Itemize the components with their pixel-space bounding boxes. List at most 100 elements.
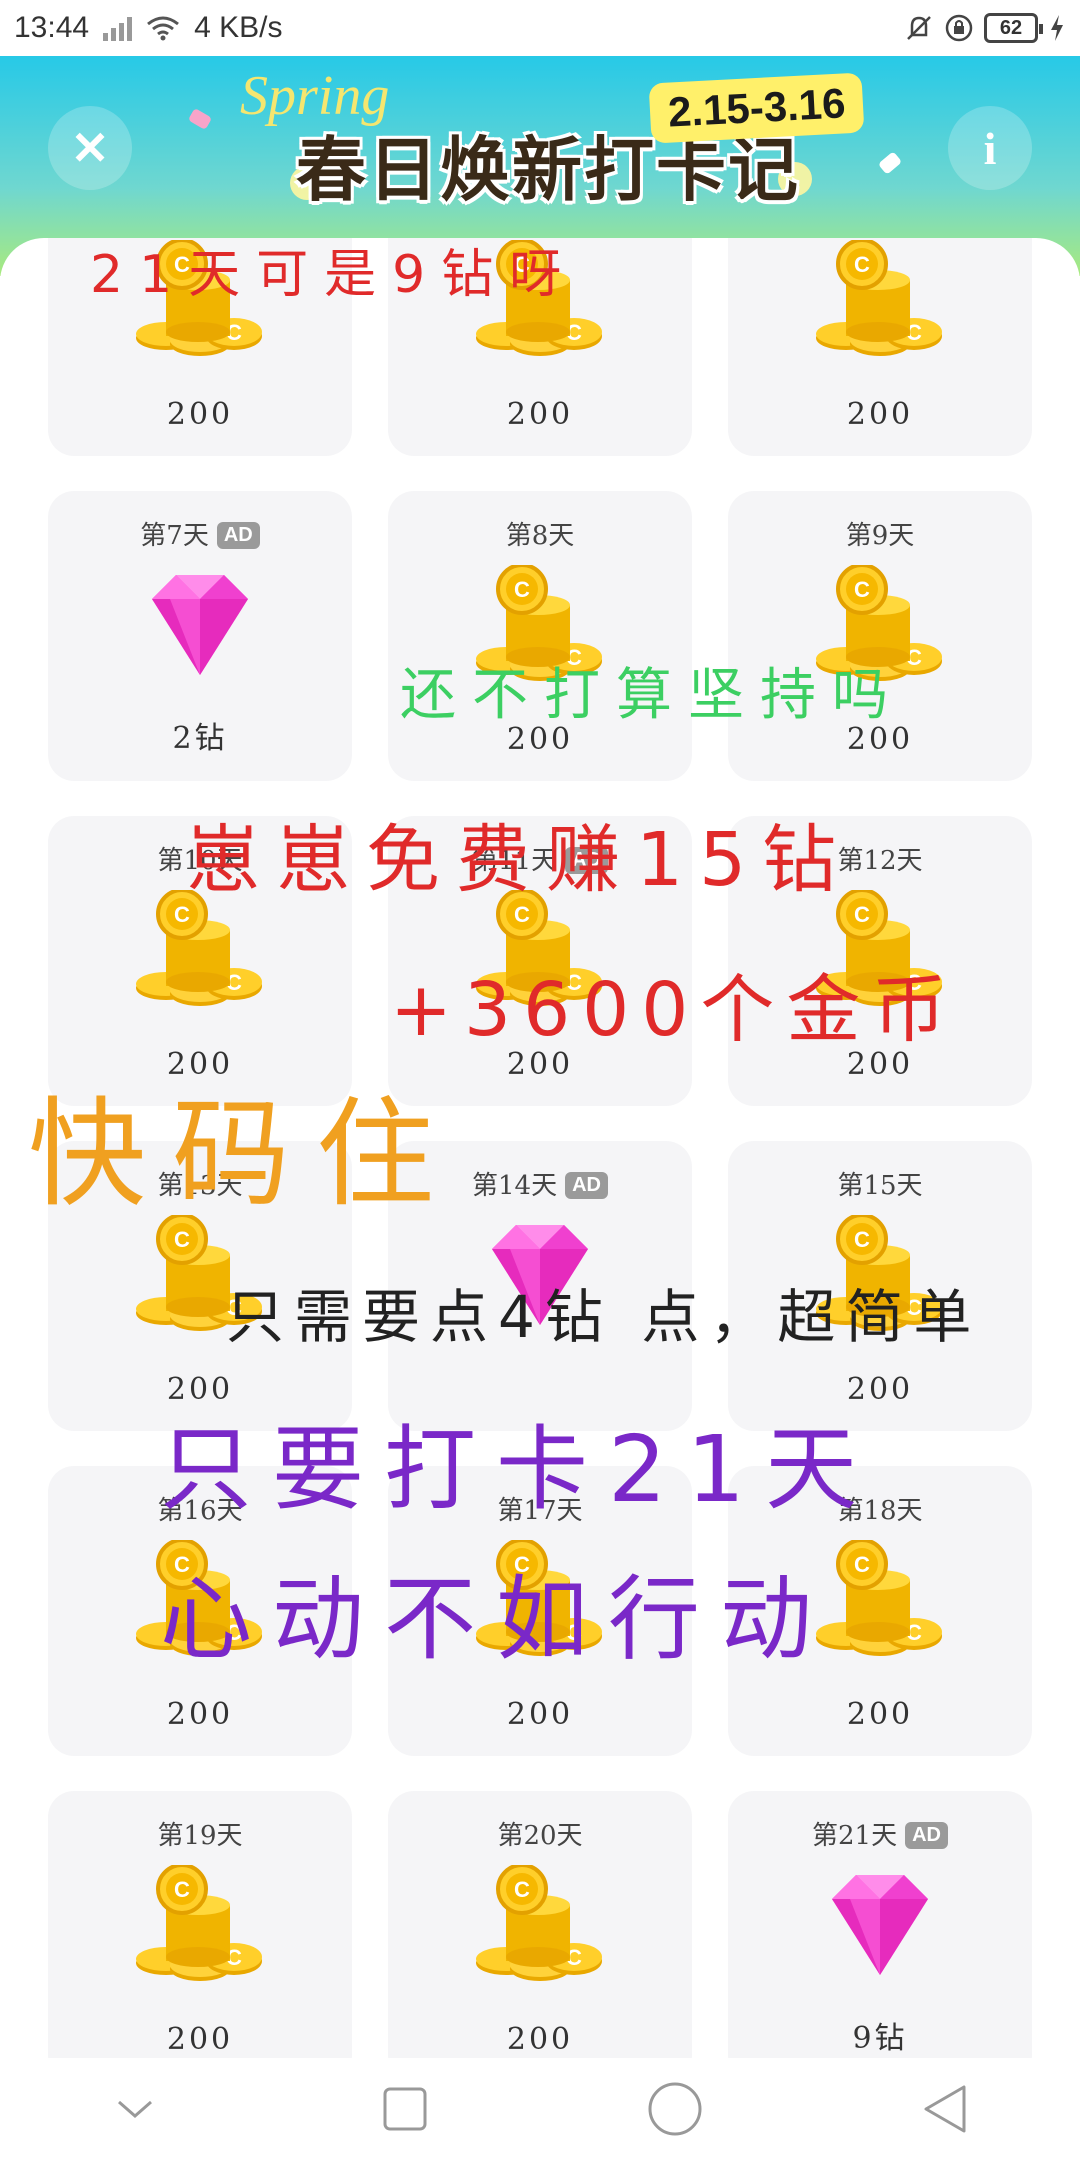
day-label: 第20天 bbox=[497, 1821, 583, 1851]
cell-signal-icon bbox=[103, 15, 133, 41]
reward-value: 200 bbox=[166, 1047, 234, 1082]
reward-value: 9钻 bbox=[852, 2021, 908, 2056]
gold-coins-icon: CC bbox=[136, 1215, 262, 1331]
gold-coins-icon: CC bbox=[476, 890, 602, 1006]
svg-text:C: C bbox=[174, 252, 190, 277]
checkin-grid: C C 200 C C 200 C C 200 第7天 AD 2钻 第8天 C C 200 第9天 C C 200 第1… bbox=[0, 238, 1080, 2058]
status-bar: 13:44 4 KB/s 62 bbox=[0, 0, 1080, 56]
svg-text:C: C bbox=[854, 1552, 870, 1577]
gold-coins-icon: CC bbox=[816, 565, 942, 681]
day-label: 第16天 bbox=[157, 1496, 243, 1526]
day-label: 第7天 AD bbox=[48, 515, 352, 552]
gold-coins-icon: CC bbox=[476, 1540, 602, 1656]
day-label: 第15天 bbox=[837, 1171, 923, 1201]
checkin-card[interactable]: 第16天 C C 200 bbox=[48, 1466, 352, 1756]
gold-coins-icon: CC bbox=[136, 240, 262, 356]
svg-text:C: C bbox=[174, 902, 190, 927]
checkin-card[interactable]: 第18天 C C 200 bbox=[728, 1466, 1032, 1756]
checkin-card[interactable]: 第12天 C C 200 bbox=[728, 816, 1032, 1106]
reward-value: 200 bbox=[506, 722, 574, 757]
svg-text:C: C bbox=[854, 1227, 870, 1252]
gold-coins-icon: CC bbox=[136, 890, 262, 1006]
confetti-icon bbox=[187, 107, 213, 131]
svg-text:C: C bbox=[514, 252, 530, 277]
reward-value: 200 bbox=[166, 1372, 234, 1407]
gold-coins-icon: CC bbox=[816, 1540, 942, 1656]
gold-coins-icon: CC bbox=[476, 1865, 602, 1981]
svg-text:C: C bbox=[514, 577, 530, 602]
checkin-card[interactable]: C C 200 bbox=[728, 238, 1032, 456]
svg-text:C: C bbox=[514, 902, 530, 927]
square-icon bbox=[383, 2087, 427, 2131]
checkin-card[interactable]: 第21天 AD 9钻 bbox=[728, 1791, 1032, 2058]
close-button[interactable]: ✕ bbox=[48, 106, 132, 190]
reward-value: 200 bbox=[846, 397, 914, 432]
pink-diamond-icon bbox=[152, 575, 248, 675]
pink-diamond-icon bbox=[832, 1875, 928, 1975]
nav-home-button[interactable] bbox=[630, 2064, 720, 2154]
svg-text:C: C bbox=[174, 1227, 190, 1252]
circle-icon bbox=[648, 2082, 702, 2136]
gold-coins-icon: CC bbox=[476, 240, 602, 356]
reward-value: 200 bbox=[846, 1697, 914, 1732]
reward-value: 200 bbox=[506, 1047, 574, 1082]
day-label: 第18天 bbox=[837, 1496, 923, 1526]
chevron-down-icon bbox=[118, 2100, 152, 2118]
reward-value: 200 bbox=[846, 722, 914, 757]
day-label: 第8天 bbox=[505, 521, 575, 551]
checkin-card[interactable]: 第9天 C C 200 bbox=[728, 491, 1032, 781]
checkin-card[interactable]: 第14天 AD bbox=[388, 1141, 692, 1431]
day-label: 第11天 AD bbox=[388, 840, 692, 877]
svg-text:C: C bbox=[174, 1877, 190, 1902]
svg-text:C: C bbox=[514, 1552, 530, 1577]
reward-value: 200 bbox=[506, 2022, 574, 2057]
reward-value: 200 bbox=[166, 397, 234, 432]
reward-value: 200 bbox=[166, 1697, 234, 1732]
charging-icon bbox=[1051, 15, 1063, 41]
checkin-card[interactable]: 第15天 C C 200 bbox=[728, 1141, 1032, 1431]
day-label: 第14天 AD bbox=[388, 1165, 692, 1202]
nav-collapse-button[interactable] bbox=[90, 2064, 180, 2154]
svg-text:C: C bbox=[514, 1877, 530, 1902]
checkin-card[interactable]: 第13天 C C 200 bbox=[48, 1141, 352, 1431]
checkin-card[interactable]: 第7天 AD 2钻 bbox=[48, 491, 352, 781]
checkin-card[interactable]: 第11天 AD C C 200 bbox=[388, 816, 692, 1106]
rotation-lock-icon bbox=[945, 14, 973, 42]
day-label: 第19天 bbox=[157, 1821, 243, 1851]
ad-badge: AD bbox=[905, 1822, 948, 1849]
info-button[interactable]: i bbox=[948, 106, 1032, 190]
back-triangle-icon bbox=[924, 2085, 966, 2133]
ad-badge: AD bbox=[565, 847, 608, 874]
checkin-card[interactable]: C C 200 bbox=[388, 238, 692, 456]
reward-value: 200 bbox=[846, 1047, 914, 1082]
checkin-card[interactable]: 第10天 C C 200 bbox=[48, 816, 352, 1106]
checkin-card[interactable]: C C 200 bbox=[48, 238, 352, 456]
reward-value: 200 bbox=[166, 2022, 234, 2057]
reward-value: 200 bbox=[506, 1697, 574, 1732]
checkin-card[interactable]: 第17天 C C 200 bbox=[388, 1466, 692, 1756]
battery-level: 62 bbox=[999, 16, 1023, 39]
svg-text:C: C bbox=[854, 577, 870, 602]
reward-value: 200 bbox=[846, 1372, 914, 1407]
checkin-card[interactable]: 第19天 C C 200 bbox=[48, 1791, 352, 2058]
svg-text:C: C bbox=[854, 902, 870, 927]
network-speed: 4 KB/s bbox=[194, 11, 283, 44]
gold-coins-icon: CC bbox=[816, 240, 942, 356]
checkin-card[interactable]: 第8天 C C 200 bbox=[388, 491, 692, 781]
svg-text:C: C bbox=[174, 1552, 190, 1577]
nav-recents-button[interactable] bbox=[360, 2064, 450, 2154]
ad-badge: AD bbox=[216, 522, 260, 549]
day-label: 第12天 bbox=[837, 846, 923, 876]
nav-back-button[interactable] bbox=[900, 2064, 990, 2154]
day-label: 第21天 AD bbox=[728, 1815, 1032, 1852]
gold-coins-icon: CC bbox=[816, 890, 942, 1006]
confetti-icon bbox=[877, 151, 903, 175]
date-range-badge: 2.15-3.16 bbox=[648, 72, 865, 144]
day-label: 第9天 bbox=[845, 521, 915, 551]
mute-bell-icon bbox=[907, 16, 931, 40]
battery-icon: 62 bbox=[984, 13, 1043, 43]
wifi-icon bbox=[147, 16, 180, 41]
pink-diamond-icon bbox=[492, 1225, 588, 1325]
gold-coins-icon: CC bbox=[816, 1215, 942, 1331]
checkin-card[interactable]: 第20天 C C 200 bbox=[388, 1791, 692, 2058]
